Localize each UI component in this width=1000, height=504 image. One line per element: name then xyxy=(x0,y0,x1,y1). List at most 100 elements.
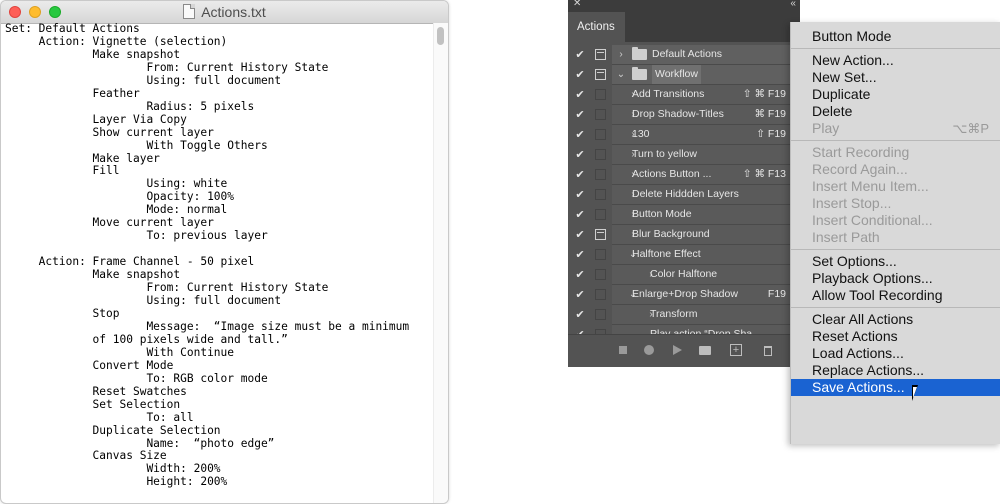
stop-icon[interactable] xyxy=(616,343,630,357)
text-line: Set: Default Actions xyxy=(5,23,140,35)
expand-chevron-icon[interactable]: › xyxy=(616,45,626,64)
text-line: Radius: 5 pixels xyxy=(5,99,255,113)
action-row[interactable]: ✔ ⌄ Halftone Effect xyxy=(568,245,790,265)
row-body[interactable]: › Button Mode xyxy=(612,205,790,225)
row-body[interactable]: › Color Halftone xyxy=(612,265,790,285)
row-body[interactable]: ⌄ Halftone Effect xyxy=(612,245,790,265)
trash-icon[interactable] xyxy=(761,343,775,357)
row-label: 130 xyxy=(632,128,650,140)
menu-item-button-mode[interactable]: Button Mode xyxy=(791,28,1000,45)
row-body[interactable]: › Add Transitions ⇧ ⌘ F19 xyxy=(612,85,790,105)
menu-item-new-action[interactable]: New Action... xyxy=(791,52,1000,69)
action-set-row[interactable]: ✔ › Default Actions xyxy=(568,45,790,65)
text-editor-area[interactable]: Set: Default Actions Action: Vignette (s… xyxy=(1,23,434,503)
toggle-dialog-icon[interactable] xyxy=(595,229,606,240)
action-row[interactable]: ✔ ⌄ Enlarge+Drop Shadow F19 xyxy=(568,285,790,305)
toggle-dialog-icon[interactable] xyxy=(595,249,606,260)
menu-item-label: Set Options... xyxy=(812,253,897,269)
toggle-dialog-icon[interactable] xyxy=(595,149,606,160)
menu-item-new-set[interactable]: New Set... xyxy=(791,69,1000,86)
row-body[interactable]: › Transform xyxy=(612,305,790,325)
menu-item-replace-actions[interactable]: Replace Actions... xyxy=(791,362,1000,379)
toggle-dialog-icon[interactable] xyxy=(595,129,606,140)
new-action-icon[interactable]: + xyxy=(730,344,742,356)
action-row[interactable]: ✔ › Delete Hiddden Layers xyxy=(568,185,790,205)
document-text[interactable]: Set: Default Actions Action: Vignette (s… xyxy=(1,23,434,489)
row-body[interactable]: ⌄ Enlarge+Drop Shadow F19 xyxy=(612,285,790,305)
toggle-dialog-icon[interactable] xyxy=(595,309,606,320)
text-line: Stop xyxy=(5,306,120,320)
vertical-scrollbar[interactable] xyxy=(433,23,448,503)
toggle-item-checkbox[interactable]: ✔ xyxy=(572,105,588,125)
action-row[interactable]: ✔ › Actions Button ... ⇧ ⌘ F13 xyxy=(568,165,790,185)
text-line: Opacity: 100% xyxy=(5,190,235,204)
row-body[interactable]: › Actions Button ... ⇧ ⌘ F13 xyxy=(612,165,790,185)
action-row[interactable]: ✔ › Drop Shadow-Titles ⌘ F19 xyxy=(568,105,790,125)
action-row[interactable]: ✔ › Blur Background xyxy=(568,225,790,245)
menu-item-reset-actions[interactable]: Reset Actions xyxy=(791,328,1000,345)
row-body[interactable]: › Drop Shadow-Titles ⌘ F19 xyxy=(612,105,790,125)
menu-item-playback-options[interactable]: Playback Options... xyxy=(791,270,1000,287)
toggle-item-checkbox[interactable]: ✔ xyxy=(572,65,588,85)
menu-item-duplicate[interactable]: Duplicate xyxy=(791,86,1000,103)
toggle-dialog-icon[interactable] xyxy=(595,189,606,200)
text-line: Make snapshot xyxy=(5,47,181,61)
text-line: Make snapshot xyxy=(5,268,181,282)
row-label: Add Transitions xyxy=(632,88,705,100)
toggle-dialog-icon[interactable] xyxy=(595,49,606,60)
toggle-item-checkbox[interactable]: ✔ xyxy=(572,205,588,225)
menu-item-allow-tool-recording[interactable]: Allow Tool Recording xyxy=(791,287,1000,304)
row-body[interactable]: › Default Actions xyxy=(612,45,790,65)
action-row[interactable]: ✔ › Button Mode xyxy=(568,205,790,225)
toggle-dialog-icon[interactable] xyxy=(595,69,606,80)
row-body[interactable]: › Blur Background xyxy=(612,225,790,245)
menu-item-set-options[interactable]: Set Options... xyxy=(791,253,1000,270)
toggle-item-checkbox[interactable]: ✔ xyxy=(572,245,588,265)
toggle-item-checkbox[interactable]: ✔ xyxy=(572,225,588,245)
action-row[interactable]: ✔ › Turn to yellow xyxy=(568,145,790,165)
tab-actions[interactable]: Actions xyxy=(568,12,625,42)
toggle-dialog-icon[interactable] xyxy=(595,269,606,280)
menu-item-label: Duplicate xyxy=(812,86,871,102)
toggle-item-checkbox[interactable]: ✔ xyxy=(572,165,588,185)
action-row[interactable]: ✔ › Color Halftone xyxy=(568,265,790,285)
toggle-item-checkbox[interactable]: ✔ xyxy=(572,185,588,205)
row-body[interactable]: › 130 ⇧ F19 xyxy=(612,125,790,145)
toggle-item-checkbox[interactable]: ✔ xyxy=(572,285,588,305)
toggle-dialog-icon[interactable] xyxy=(595,109,606,120)
toggle-item-checkbox[interactable]: ✔ xyxy=(572,85,588,105)
row-body[interactable]: › Delete Hiddden Layers xyxy=(612,185,790,205)
action-row[interactable]: ✔ › Add Transitions ⇧ ⌘ F19 xyxy=(568,85,790,105)
menu-item-save-actions[interactable]: Save Actions... xyxy=(791,379,1000,396)
row-label: Default Actions xyxy=(652,48,723,60)
row-body[interactable]: › Turn to yellow xyxy=(612,145,790,165)
action-row[interactable]: ✔ › Transform xyxy=(568,305,790,325)
toggle-item-checkbox[interactable]: ✔ xyxy=(572,265,588,285)
close-panel-icon[interactable]: ✕ xyxy=(573,0,581,9)
toggle-dialog-icon[interactable] xyxy=(595,169,606,180)
collapse-panel-icon[interactable]: ‹‹ xyxy=(790,0,796,9)
toggle-item-checkbox[interactable]: ✔ xyxy=(572,145,588,165)
action-set-row[interactable]: ✔ ⌄ Workflow xyxy=(568,65,790,85)
text-line: To: all xyxy=(5,410,194,424)
collapse-chevron-icon[interactable]: ⌄ xyxy=(616,65,626,84)
scrollbar-thumb[interactable] xyxy=(437,27,444,45)
menu-item-clear-all-actions[interactable]: Clear All Actions xyxy=(791,311,1000,328)
row-body[interactable]: ⌄ Workflow xyxy=(612,65,790,85)
toggle-dialog-icon[interactable] xyxy=(595,289,606,300)
menu-separator xyxy=(791,249,1000,250)
menu-item-delete[interactable]: Delete xyxy=(791,103,1000,120)
window-titlebar[interactable]: Actions.txt xyxy=(1,1,448,24)
toggle-item-checkbox[interactable]: ✔ xyxy=(572,45,588,65)
new-set-icon[interactable] xyxy=(698,343,712,357)
toggle-item-checkbox[interactable]: ✔ xyxy=(572,125,588,145)
toggle-dialog-icon[interactable] xyxy=(595,209,606,220)
menu-item-load-actions[interactable]: Load Actions... xyxy=(791,345,1000,362)
action-row[interactable]: ✔ › 130 ⇧ F19 xyxy=(568,125,790,145)
text-line: Convert Mode xyxy=(5,358,174,372)
toggle-item-checkbox[interactable]: ✔ xyxy=(572,305,588,325)
record-icon[interactable] xyxy=(642,343,656,357)
play-icon[interactable] xyxy=(670,343,684,357)
toggle-dialog-icon[interactable] xyxy=(595,89,606,100)
text-line: Feather xyxy=(5,86,140,100)
